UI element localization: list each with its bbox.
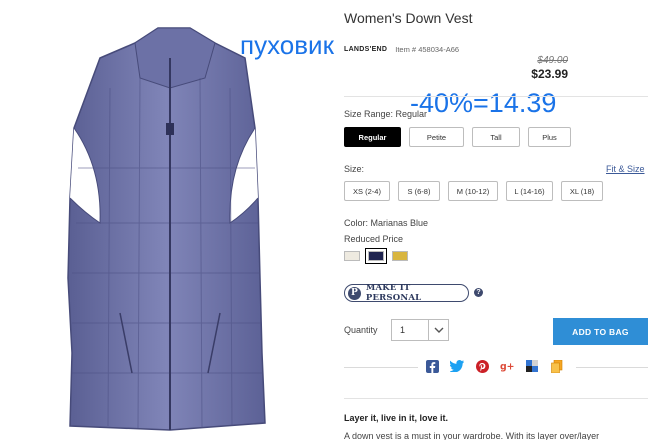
add-to-bag-button[interactable]: ADD TO BAG (553, 318, 648, 345)
description-title: Layer it, live in it, love it. (344, 413, 449, 423)
size-s[interactable]: S (6-8) (398, 181, 440, 201)
annotation-word: пуховик (240, 30, 334, 60)
size-m[interactable]: M (10-12) (448, 181, 498, 201)
question-icon[interactable]: ? (474, 288, 483, 297)
delicious-icon[interactable] (525, 359, 539, 373)
make-it-personal-button[interactable]: P MAKE IT PERSONAL (344, 283, 469, 303)
quantity-select[interactable]: 1 (391, 319, 449, 341)
chevron-down-icon (428, 320, 448, 340)
pinterest-icon[interactable] (475, 359, 489, 373)
size-label: Size: (344, 164, 365, 174)
color-swatches (344, 248, 408, 264)
share-icons: g+ (425, 359, 564, 373)
description-body: A down vest is a must in your wardrobe. … (344, 431, 600, 440)
quantity-value: 1 (400, 325, 406, 335)
price-current: $23.99 (531, 67, 568, 81)
brand-logo: LANDS'END (344, 46, 388, 53)
share-divider-left (344, 367, 418, 368)
size-l[interactable]: L (14-16) (506, 181, 553, 201)
product-title: Women's Down Vest (344, 10, 473, 26)
item-number: Item # 458034-A66 (395, 45, 460, 54)
description-divider (344, 398, 648, 399)
personal-badge-icon: P (348, 286, 361, 300)
share-divider-right (576, 367, 648, 368)
annotation-discount: -40%=14.39 (410, 88, 557, 118)
email-icon[interactable] (550, 359, 564, 373)
twitter-icon[interactable] (450, 359, 464, 373)
swatch-gold[interactable] (392, 251, 408, 261)
size-range-tall[interactable]: Tall (472, 127, 520, 147)
size-options: XS (2-4) S (6-8) M (10-12) L (14-16) XL … (344, 181, 603, 201)
size-range-petite[interactable]: Petite (409, 127, 464, 147)
swatch-marianas-blue[interactable] (365, 248, 387, 264)
google-plus-icon[interactable]: g+ (500, 359, 514, 373)
svg-text:g+: g+ (500, 362, 514, 372)
swatch-ivory[interactable] (344, 251, 360, 261)
color-label: Color: Marianas Blue (344, 218, 429, 228)
divider (344, 96, 648, 97)
fit-size-link[interactable]: Fit & Size (606, 164, 645, 174)
price-original: $49.00 (537, 55, 568, 66)
make-it-personal-label: MAKE IT PERSONAL (365, 283, 422, 303)
size-range-options: Regular Petite Tall Plus (344, 127, 571, 147)
size-range-label: Size Range: Regular (344, 109, 428, 119)
quantity-label: Quantity (344, 325, 378, 335)
reduced-price-note: Reduced Price (344, 234, 404, 244)
facebook-icon[interactable] (425, 359, 439, 373)
size-xs[interactable]: XS (2-4) (344, 181, 390, 201)
size-xl[interactable]: XL (18) (561, 181, 603, 201)
size-range-regular[interactable]: Regular (344, 127, 401, 147)
vest-image (67, 27, 266, 431)
brand-row: LANDS'END Item # 458034-A66 (344, 45, 459, 54)
size-range-plus[interactable]: Plus (528, 127, 571, 147)
